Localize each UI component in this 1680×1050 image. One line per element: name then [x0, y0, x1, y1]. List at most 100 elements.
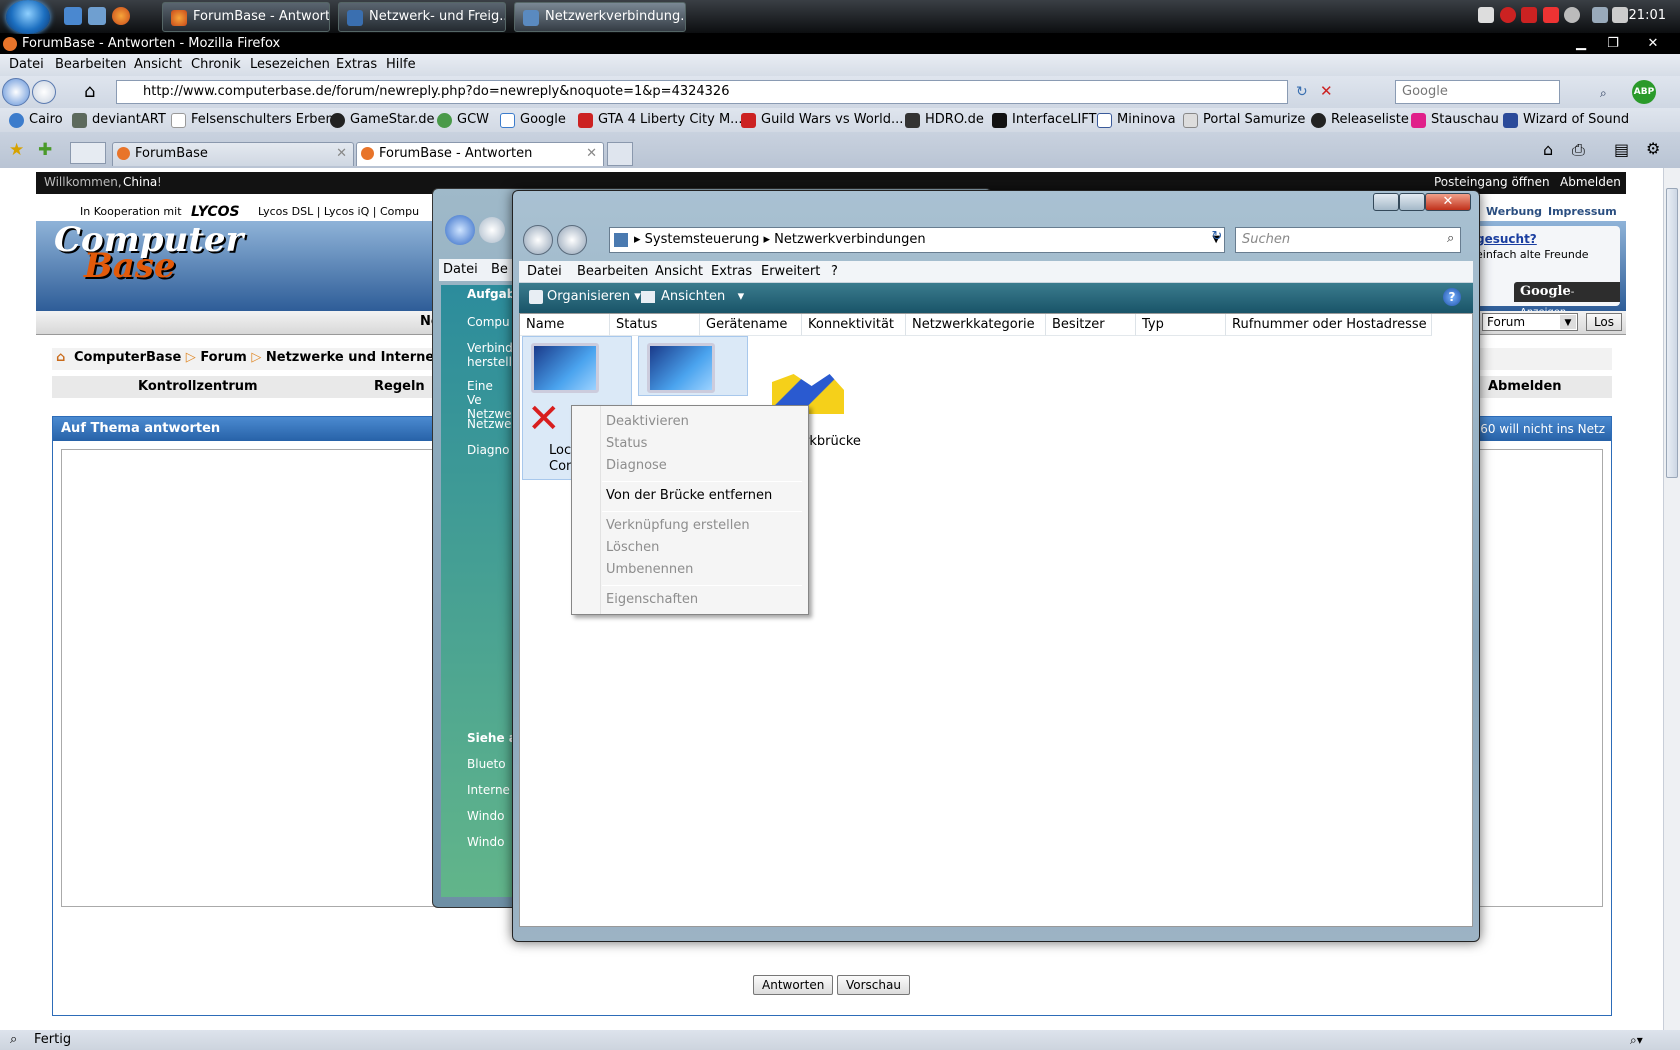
- bookmark-cairo[interactable]: Cairo: [9, 112, 63, 128]
- help-icon[interactable]: ?: [1443, 288, 1461, 306]
- menu-ansicht[interactable]: Ansicht: [655, 264, 703, 279]
- nav-regeln[interactable]: Regeln: [374, 376, 425, 398]
- bookmark-portal-samurize[interactable]: Portal Samurize: [1183, 112, 1305, 128]
- address-crumb-netzwerkverbindungen[interactable]: Netzwerkverbindungen: [774, 232, 926, 247]
- menu-bearbeiten[interactable]: Bearbeiten: [55, 57, 126, 72]
- tools-icon[interactable]: ⚙: [1646, 139, 1660, 158]
- bookmark-releaseliste[interactable]: Releaseliste: [1311, 112, 1409, 128]
- bookmark-gcw[interactable]: GCW: [437, 112, 489, 128]
- switch-windows-icon[interactable]: [88, 7, 106, 25]
- preview-button[interactable]: Vorschau: [837, 975, 910, 995]
- firefox-icon[interactable]: [112, 7, 130, 25]
- menu-extras[interactable]: Extras: [711, 264, 752, 279]
- home-icon[interactable]: ⌂: [1543, 140, 1553, 159]
- back-button[interactable]: [445, 215, 475, 245]
- search-icon[interactable]: ⌕: [1600, 86, 1607, 101]
- bookmark-google[interactable]: Google: [500, 112, 566, 128]
- start-button[interactable]: [6, 0, 50, 34]
- back-button[interactable]: [2, 78, 30, 106]
- bookmark-deviantart[interactable]: deviantART: [72, 112, 166, 128]
- see-also-link[interactable]: Windo: [467, 809, 505, 823]
- tab-forumbase[interactable]: ForumBase ✕: [112, 142, 354, 166]
- new-tab-button[interactable]: [607, 142, 633, 166]
- impressum-link[interactable]: Impressum: [1548, 203, 1617, 221]
- bookmark-stauschau[interactable]: Stauschau: [1411, 112, 1499, 128]
- adblock-icon[interactable]: ABP: [1632, 80, 1656, 104]
- search-input[interactable]: Google: [1395, 80, 1560, 104]
- tray-icon[interactable]: [1564, 7, 1580, 23]
- breadcrumb-netzwerke[interactable]: Netzwerke und Internet: [266, 350, 441, 365]
- minimize-button[interactable]: ▁: [1570, 36, 1592, 51]
- minimize-button[interactable]: [1373, 193, 1399, 211]
- computerbase-logo[interactable]: Computer Base: [54, 223, 243, 283]
- address-bar[interactable]: ▸ Systemsteuerung ▸ Netzwerkverbindungen…: [609, 227, 1225, 253]
- address-crumb-systemsteuerung[interactable]: Systemsteuerung: [645, 232, 760, 247]
- url-input[interactable]: http://www.computerbase.de/forum/newrepl…: [116, 80, 1288, 104]
- menu-extras[interactable]: Extras: [336, 57, 377, 72]
- bookmark-wizard-of-sound[interactable]: Wizard of Sound: [1503, 112, 1629, 128]
- add-bookmark-icon[interactable]: ✚: [38, 140, 52, 160]
- nav-abmelden[interactable]: Abmelden: [1488, 376, 1562, 398]
- bookmark-gamestar[interactable]: GameStar.de: [330, 112, 435, 128]
- page-scrollbar[interactable]: [1663, 168, 1680, 1030]
- menu-ansicht[interactable]: Ansicht: [134, 57, 182, 72]
- network-tray-icon[interactable]: [1592, 7, 1608, 23]
- bookmark-mininova[interactable]: Mininova: [1097, 112, 1176, 128]
- logout-link[interactable]: Abmelden: [1560, 172, 1621, 192]
- column-header-status[interactable]: Status: [610, 314, 700, 336]
- star-icon[interactable]: ★: [9, 140, 24, 160]
- task-link[interactable]: Eine Ve Netzwe: [467, 379, 512, 421]
- maximize-button[interactable]: [1399, 193, 1425, 211]
- breadcrumb-computerbase[interactable]: ComputerBase: [74, 350, 181, 365]
- organize-button[interactable]: Organisieren ▾: [547, 289, 641, 304]
- page-icon[interactable]: ▤: [1614, 140, 1629, 159]
- inbox-link[interactable]: Posteingang öffnen: [1434, 172, 1550, 192]
- bookmark-hdro[interactable]: HDRO.de: [905, 112, 984, 128]
- refresh-icon[interactable]: ↻: [1207, 229, 1227, 251]
- zoom-icon[interactable]: ⌕▾: [1630, 1030, 1643, 1050]
- scrollbar-thumb[interactable]: [1666, 188, 1678, 478]
- menu-datei[interactable]: Datei: [9, 57, 44, 72]
- restore-button[interactable]: ❐: [1602, 36, 1624, 51]
- menu-bearbeiten[interactable]: Be: [491, 262, 508, 277]
- username[interactable]: China: [123, 172, 157, 192]
- coop-links[interactable]: Lycos DSL | Lycos iQ | Compu: [258, 203, 419, 221]
- search-input[interactable]: Suchen: [1235, 227, 1461, 253]
- bookmark-felsenschulters[interactable]: Felsenschulters Erben: [171, 112, 334, 128]
- tab-forumbase-antworten[interactable]: ForumBase - Antworten ✕: [356, 142, 604, 166]
- see-also-link[interactable]: Windo: [467, 835, 505, 849]
- close-button[interactable]: ✕: [1642, 36, 1664, 51]
- views-button[interactable]: Ansichten ▾: [661, 289, 744, 304]
- go-button[interactable]: Los: [1586, 313, 1622, 331]
- close-button[interactable]: ✕: [1425, 193, 1471, 211]
- connection-item-adapter-2[interactable]: [638, 336, 748, 396]
- volume-tray-icon[interactable]: [1612, 7, 1628, 23]
- bookmark-gta4[interactable]: GTA 4 Liberty City M...: [578, 112, 743, 128]
- menu-datei[interactable]: Datei: [443, 262, 478, 277]
- taskbar-button-forumbase[interactable]: ForumBase - Antwort...: [162, 2, 330, 32]
- tray-icon[interactable]: [1543, 7, 1559, 23]
- menu-lesezeichen[interactable]: Lesezeichen: [250, 57, 330, 72]
- taskbar-button-network-sharing[interactable]: Netzwerk- und Freig...: [338, 2, 506, 32]
- submit-reply-button[interactable]: Antworten: [753, 975, 834, 995]
- close-tab-icon[interactable]: ✕: [586, 143, 597, 165]
- home-icon[interactable]: ⌂: [84, 82, 104, 102]
- forward-button[interactable]: [479, 217, 505, 243]
- see-also-link[interactable]: Blueto: [467, 757, 506, 771]
- column-header-category[interactable]: Netzwerkkategorie: [906, 314, 1046, 336]
- bookmark-interfacelift[interactable]: InterfaceLIFT: [992, 112, 1096, 128]
- task-link[interactable]: Verbind herstell: [467, 341, 513, 369]
- nav-kontrollzentrum[interactable]: Kontrollzentrum: [138, 376, 258, 398]
- print-icon[interactable]: ⎙: [1572, 140, 1585, 160]
- stop-icon[interactable]: ✕: [1320, 82, 1333, 100]
- see-also-link[interactable]: Interne: [467, 783, 510, 797]
- thread-title[interactable]: 360 will nicht ins Netz: [1473, 417, 1605, 441]
- tray-icon[interactable]: [1478, 7, 1494, 23]
- taskbar-button-network-connections[interactable]: Netzwerkverbindung...: [514, 2, 686, 32]
- menu-help[interactable]: ?: [831, 264, 838, 279]
- menu-bearbeiten[interactable]: Bearbeiten: [577, 264, 648, 279]
- column-header-device[interactable]: Gerätename: [700, 314, 802, 336]
- breadcrumb-forum[interactable]: Forum: [200, 350, 247, 365]
- clock[interactable]: 21:01: [1629, 8, 1666, 23]
- forum-select[interactable]: Forum ▼: [1482, 313, 1578, 331]
